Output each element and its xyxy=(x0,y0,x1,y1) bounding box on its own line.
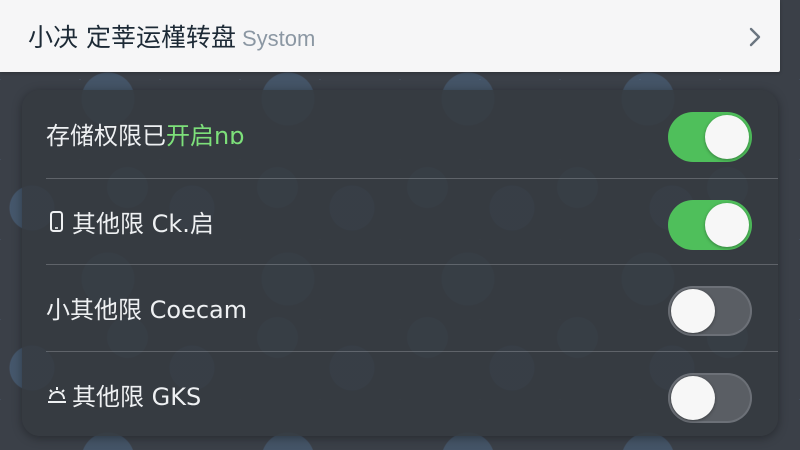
toggle-switch[interactable] xyxy=(668,200,752,250)
phone-icon xyxy=(50,210,63,232)
toggle-knob xyxy=(705,203,749,247)
page-subtitle: Systom xyxy=(241,26,316,51)
setting-label-main: 其他限 GKS xyxy=(72,383,202,411)
toggle-knob xyxy=(671,376,715,420)
setting-label: 小其他限 Coecam xyxy=(46,290,247,325)
setting-row-other-ck[interactable]: 其他限 Ck.启 xyxy=(22,178,778,264)
chevron-right-icon[interactable] xyxy=(744,26,766,48)
setting-label-main: 小其他限 Coecam xyxy=(46,296,248,324)
setting-label-accent: 开启nɒ xyxy=(166,122,245,150)
toggle-knob xyxy=(705,115,749,159)
page-title: 小决 定莘运槿转盘 Systom xyxy=(28,18,315,54)
toggle-switch[interactable] xyxy=(668,112,752,162)
setting-row-storage[interactable]: 存储权限已 开启nɒ xyxy=(22,90,778,176)
header-bar[interactable]: 小决 定莘运槿转盘 Systom xyxy=(0,0,780,72)
setting-row-coecam[interactable]: 小其他限 Coecam xyxy=(22,264,778,350)
setting-label: 存储权限已 开启nɒ xyxy=(46,116,244,151)
page-title-text: 小决 定莘运槿转盘 xyxy=(28,23,236,52)
permissions-card: 存储权限已 开启nɒ 其他限 Ck.启 小其他限 Coecam 其他限 GKS xyxy=(22,90,778,436)
toggle-knob xyxy=(671,289,715,333)
setting-row-gks[interactable]: 其他限 GKS xyxy=(22,351,778,437)
setting-label-main: 其他限 Ck.启 xyxy=(72,210,214,238)
setting-label: 其他限 GKS xyxy=(46,377,201,412)
setting-label: 其他限 Ck.启 xyxy=(46,204,214,239)
sun-dim-icon xyxy=(48,386,66,403)
toggle-switch[interactable] xyxy=(668,373,752,423)
setting-label-main: 存储权限已 xyxy=(46,122,166,150)
toggle-switch[interactable] xyxy=(668,286,752,336)
